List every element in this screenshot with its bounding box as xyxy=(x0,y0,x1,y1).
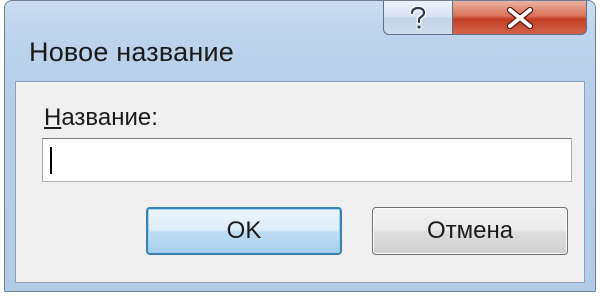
question-mark-icon xyxy=(407,5,429,30)
close-x-icon xyxy=(505,6,535,29)
dialog-body: Название: OK Отмена xyxy=(15,81,585,283)
name-input[interactable] xyxy=(42,138,572,182)
title-bar[interactable]: Новое название xyxy=(5,1,595,77)
text-caret xyxy=(50,147,52,174)
ok-button[interactable]: OK xyxy=(146,207,342,255)
dialog-title: Новое название xyxy=(29,37,234,67)
name-label: Название: xyxy=(44,104,158,132)
name-label-accelerator: Н xyxy=(44,104,62,131)
name-label-text: азвание: xyxy=(61,104,158,131)
cancel-button[interactable]: Отмена xyxy=(372,207,568,255)
caption-buttons xyxy=(383,1,587,37)
dialog-window: Новое название Название: OK Отмена xyxy=(4,0,596,292)
help-button[interactable] xyxy=(383,1,453,35)
close-button[interactable] xyxy=(453,1,587,35)
